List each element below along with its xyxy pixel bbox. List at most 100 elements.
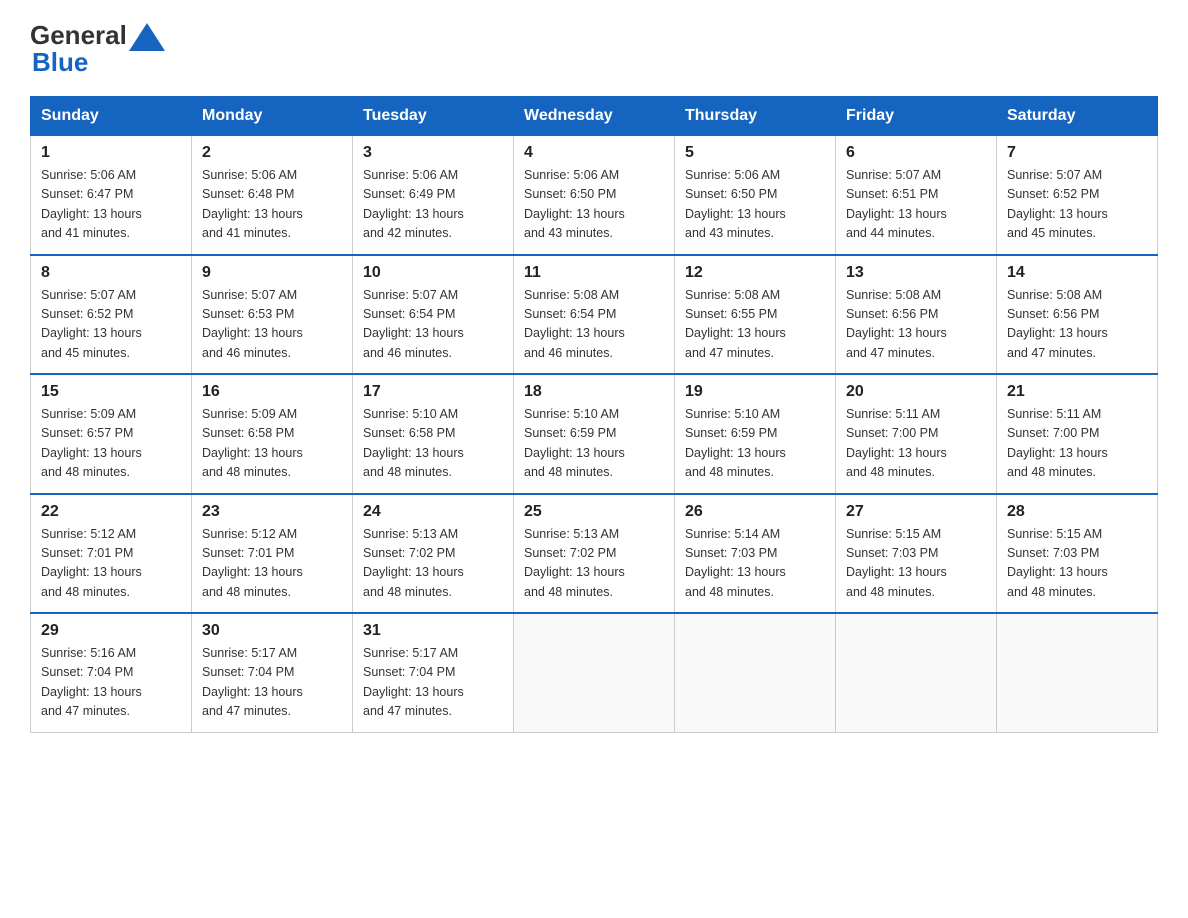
table-row: 20 Sunrise: 5:11 AM Sunset: 7:00 PM Dayl…	[836, 374, 997, 494]
day-number: 5	[685, 144, 825, 162]
day-number: 25	[524, 503, 664, 521]
day-number: 15	[41, 383, 181, 401]
weekday-header-row: Sunday Monday Tuesday Wednesday Thursday…	[31, 97, 1158, 136]
table-row: 27 Sunrise: 5:15 AM Sunset: 7:03 PM Dayl…	[836, 494, 997, 614]
day-number: 1	[41, 144, 181, 162]
day-info: Sunrise: 5:06 AM Sunset: 6:50 PM Dayligh…	[524, 166, 664, 244]
day-number: 22	[41, 503, 181, 521]
day-number: 14	[1007, 264, 1147, 282]
table-row: 6 Sunrise: 5:07 AM Sunset: 6:51 PM Dayli…	[836, 136, 997, 255]
day-number: 10	[363, 264, 503, 282]
day-number: 13	[846, 264, 986, 282]
table-row: 14 Sunrise: 5:08 AM Sunset: 6:56 PM Dayl…	[997, 255, 1158, 375]
table-row: 13 Sunrise: 5:08 AM Sunset: 6:56 PM Dayl…	[836, 255, 997, 375]
day-number: 21	[1007, 383, 1147, 401]
day-number: 29	[41, 622, 181, 640]
table-row: 22 Sunrise: 5:12 AM Sunset: 7:01 PM Dayl…	[31, 494, 192, 614]
table-row: 5 Sunrise: 5:06 AM Sunset: 6:50 PM Dayli…	[675, 136, 836, 255]
table-row: 10 Sunrise: 5:07 AM Sunset: 6:54 PM Dayl…	[353, 255, 514, 375]
day-info: Sunrise: 5:10 AM Sunset: 6:59 PM Dayligh…	[685, 405, 825, 483]
table-row: 9 Sunrise: 5:07 AM Sunset: 6:53 PM Dayli…	[192, 255, 353, 375]
table-row: 24 Sunrise: 5:13 AM Sunset: 7:02 PM Dayl…	[353, 494, 514, 614]
header-sunday: Sunday	[31, 97, 192, 136]
day-number: 4	[524, 144, 664, 162]
table-row	[514, 613, 675, 732]
day-number: 27	[846, 503, 986, 521]
day-info: Sunrise: 5:07 AM Sunset: 6:52 PM Dayligh…	[1007, 166, 1147, 244]
day-info: Sunrise: 5:07 AM Sunset: 6:52 PM Dayligh…	[41, 286, 181, 364]
day-info: Sunrise: 5:17 AM Sunset: 7:04 PM Dayligh…	[363, 644, 503, 722]
calendar-week-row: 15 Sunrise: 5:09 AM Sunset: 6:57 PM Dayl…	[31, 374, 1158, 494]
day-info: Sunrise: 5:08 AM Sunset: 6:56 PM Dayligh…	[846, 286, 986, 364]
table-row: 7 Sunrise: 5:07 AM Sunset: 6:52 PM Dayli…	[997, 136, 1158, 255]
day-info: Sunrise: 5:06 AM Sunset: 6:49 PM Dayligh…	[363, 166, 503, 244]
day-info: Sunrise: 5:07 AM Sunset: 6:54 PM Dayligh…	[363, 286, 503, 364]
day-number: 12	[685, 264, 825, 282]
table-row: 1 Sunrise: 5:06 AM Sunset: 6:47 PM Dayli…	[31, 136, 192, 255]
day-info: Sunrise: 5:11 AM Sunset: 7:00 PM Dayligh…	[846, 405, 986, 483]
logo-blue-text: Blue	[32, 47, 88, 77]
header-saturday: Saturday	[997, 97, 1158, 136]
day-info: Sunrise: 5:09 AM Sunset: 6:57 PM Dayligh…	[41, 405, 181, 483]
table-row: 28 Sunrise: 5:15 AM Sunset: 7:03 PM Dayl…	[997, 494, 1158, 614]
day-info: Sunrise: 5:06 AM Sunset: 6:47 PM Dayligh…	[41, 166, 181, 244]
header-thursday: Thursday	[675, 97, 836, 136]
table-row: 16 Sunrise: 5:09 AM Sunset: 6:58 PM Dayl…	[192, 374, 353, 494]
day-number: 19	[685, 383, 825, 401]
table-row: 3 Sunrise: 5:06 AM Sunset: 6:49 PM Dayli…	[353, 136, 514, 255]
day-info: Sunrise: 5:11 AM Sunset: 7:00 PM Dayligh…	[1007, 405, 1147, 483]
day-info: Sunrise: 5:16 AM Sunset: 7:04 PM Dayligh…	[41, 644, 181, 722]
day-number: 17	[363, 383, 503, 401]
table-row	[836, 613, 997, 732]
day-number: 11	[524, 264, 664, 282]
table-row: 12 Sunrise: 5:08 AM Sunset: 6:55 PM Dayl…	[675, 255, 836, 375]
day-number: 3	[363, 144, 503, 162]
calendar-week-row: 8 Sunrise: 5:07 AM Sunset: 6:52 PM Dayli…	[31, 255, 1158, 375]
table-row: 4 Sunrise: 5:06 AM Sunset: 6:50 PM Dayli…	[514, 136, 675, 255]
day-number: 23	[202, 503, 342, 521]
day-number: 16	[202, 383, 342, 401]
day-number: 20	[846, 383, 986, 401]
table-row: 19 Sunrise: 5:10 AM Sunset: 6:59 PM Dayl…	[675, 374, 836, 494]
day-number: 8	[41, 264, 181, 282]
day-info: Sunrise: 5:12 AM Sunset: 7:01 PM Dayligh…	[202, 525, 342, 603]
day-info: Sunrise: 5:06 AM Sunset: 6:50 PM Dayligh…	[685, 166, 825, 244]
day-number: 31	[363, 622, 503, 640]
day-info: Sunrise: 5:15 AM Sunset: 7:03 PM Dayligh…	[846, 525, 986, 603]
day-info: Sunrise: 5:09 AM Sunset: 6:58 PM Dayligh…	[202, 405, 342, 483]
table-row: 2 Sunrise: 5:06 AM Sunset: 6:48 PM Dayli…	[192, 136, 353, 255]
table-row: 8 Sunrise: 5:07 AM Sunset: 6:52 PM Dayli…	[31, 255, 192, 375]
table-row: 21 Sunrise: 5:11 AM Sunset: 7:00 PM Dayl…	[997, 374, 1158, 494]
day-number: 24	[363, 503, 503, 521]
page-header: General Blue	[30, 20, 1158, 78]
calendar-week-row: 22 Sunrise: 5:12 AM Sunset: 7:01 PM Dayl…	[31, 494, 1158, 614]
table-row: 17 Sunrise: 5:10 AM Sunset: 6:58 PM Dayl…	[353, 374, 514, 494]
calendar-table: Sunday Monday Tuesday Wednesday Thursday…	[30, 96, 1158, 733]
day-number: 6	[846, 144, 986, 162]
day-info: Sunrise: 5:15 AM Sunset: 7:03 PM Dayligh…	[1007, 525, 1147, 603]
day-number: 30	[202, 622, 342, 640]
day-number: 18	[524, 383, 664, 401]
table-row	[997, 613, 1158, 732]
day-info: Sunrise: 5:08 AM Sunset: 6:54 PM Dayligh…	[524, 286, 664, 364]
table-row: 31 Sunrise: 5:17 AM Sunset: 7:04 PM Dayl…	[353, 613, 514, 732]
day-info: Sunrise: 5:13 AM Sunset: 7:02 PM Dayligh…	[363, 525, 503, 603]
day-info: Sunrise: 5:13 AM Sunset: 7:02 PM Dayligh…	[524, 525, 664, 603]
day-number: 9	[202, 264, 342, 282]
day-number: 2	[202, 144, 342, 162]
day-info: Sunrise: 5:07 AM Sunset: 6:51 PM Dayligh…	[846, 166, 986, 244]
day-number: 28	[1007, 503, 1147, 521]
day-info: Sunrise: 5:08 AM Sunset: 6:55 PM Dayligh…	[685, 286, 825, 364]
day-info: Sunrise: 5:10 AM Sunset: 6:58 PM Dayligh…	[363, 405, 503, 483]
table-row: 26 Sunrise: 5:14 AM Sunset: 7:03 PM Dayl…	[675, 494, 836, 614]
header-friday: Friday	[836, 97, 997, 136]
table-row: 15 Sunrise: 5:09 AM Sunset: 6:57 PM Dayl…	[31, 374, 192, 494]
logo: General Blue	[30, 20, 165, 78]
table-row: 30 Sunrise: 5:17 AM Sunset: 7:04 PM Dayl…	[192, 613, 353, 732]
header-wednesday: Wednesday	[514, 97, 675, 136]
day-info: Sunrise: 5:10 AM Sunset: 6:59 PM Dayligh…	[524, 405, 664, 483]
table-row: 25 Sunrise: 5:13 AM Sunset: 7:02 PM Dayl…	[514, 494, 675, 614]
day-info: Sunrise: 5:17 AM Sunset: 7:04 PM Dayligh…	[202, 644, 342, 722]
table-row: 18 Sunrise: 5:10 AM Sunset: 6:59 PM Dayl…	[514, 374, 675, 494]
table-row	[675, 613, 836, 732]
